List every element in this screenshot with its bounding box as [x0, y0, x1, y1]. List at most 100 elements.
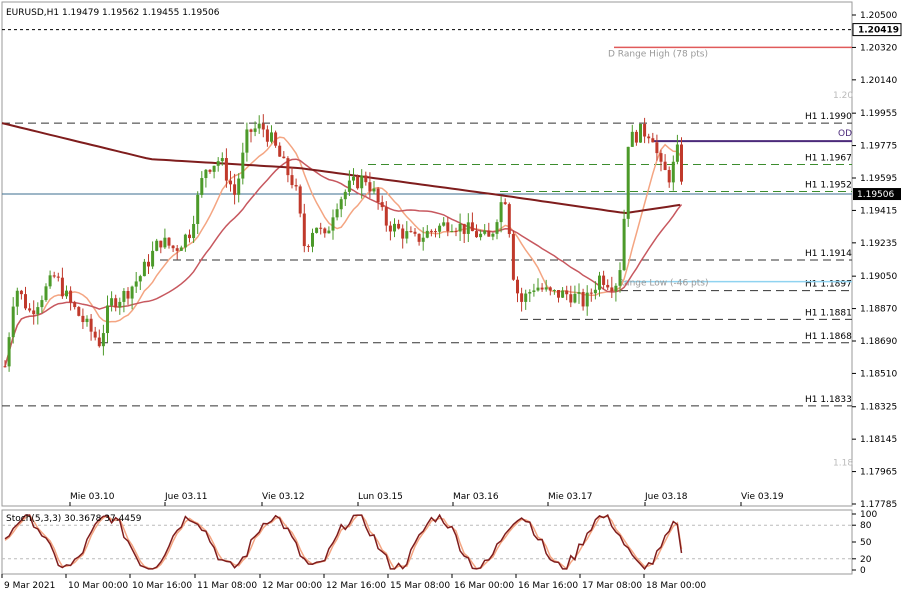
- candle-body: [577, 292, 581, 294]
- candle-body: [339, 199, 343, 210]
- top-date-label: Jue 03.18: [644, 492, 688, 502]
- candle-body: [589, 292, 593, 294]
- candle-body: [245, 129, 249, 153]
- top-date-label: Mar 03.16: [453, 492, 499, 502]
- candle-body: [69, 290, 73, 303]
- candle-body: [630, 131, 634, 147]
- stoch-tick-label: 100: [860, 510, 877, 520]
- candle-body: [48, 275, 52, 287]
- h1-level-label: H1 1.1833: [805, 395, 852, 405]
- candle-body: [425, 230, 429, 238]
- candle-body: [163, 237, 167, 248]
- candle-body: [11, 306, 15, 338]
- candle-body: [552, 290, 556, 292]
- candle-body: [270, 132, 273, 142]
- bottom-date-label: 18 Mar 00:00: [646, 581, 706, 591]
- price-tick-label: 1.19595: [860, 174, 897, 184]
- price-tick-label: 1.18870: [860, 305, 897, 315]
- candle-body: [524, 293, 528, 302]
- candle-body: [479, 233, 483, 238]
- candle-body: [360, 175, 364, 189]
- candle-body: [626, 146, 630, 219]
- candle-body: [593, 289, 597, 294]
- candle-body: [81, 315, 85, 323]
- candle-body: [380, 202, 384, 208]
- candle-body: [138, 276, 142, 282]
- chart-canvas[interactable]: H1 1.1990 H1 1.1967 H1 1.1952 H1 1.1914 H1 1…: [0, 0, 904, 599]
- candle-body: [294, 185, 298, 187]
- candle-body: [557, 290, 560, 298]
- candle-body: [142, 261, 146, 277]
- candle-body: [311, 232, 314, 247]
- candle-body: [261, 123, 265, 130]
- candle-body: [663, 161, 667, 171]
- candle-body: [44, 286, 48, 301]
- candle-body: [507, 204, 511, 235]
- top-date-label: Lun 03.15: [358, 492, 403, 502]
- bottom-date-label: 17 Mar 08:00: [582, 581, 642, 591]
- price-tick-label: 1.18690: [860, 337, 897, 347]
- price-tick-label: 1.20140: [860, 76, 897, 86]
- candle-body: [151, 250, 155, 267]
- bottom-date-label: 11 Mar 08:00: [197, 581, 257, 591]
- candle-body: [200, 178, 204, 195]
- stoch-label: Stoch(5,3,3) 30.3678 37.4459: [6, 514, 142, 524]
- candle-body: [364, 175, 368, 183]
- top-date-label: Mie 03.17: [548, 492, 592, 502]
- candle-body: [442, 222, 446, 226]
- candle-body: [487, 230, 491, 237]
- range-low-label: Range Low (-46 pts): [618, 279, 708, 289]
- chart-window: H1 1.1990 H1 1.1967 H1 1.1952 H1 1.1914 H1 1…: [0, 0, 904, 599]
- stoch-tick-label: 0: [860, 566, 866, 576]
- candle-body: [475, 231, 478, 238]
- candle-body: [446, 222, 450, 232]
- price-tick-label: 1.17785: [860, 500, 897, 510]
- bottom-date-label: 10 Mar 00:00: [68, 581, 128, 591]
- candle-body: [581, 292, 585, 307]
- candle-body: [429, 230, 433, 232]
- bottom-date-label: 12 Mar 00:00: [262, 581, 322, 591]
- candle-body: [265, 129, 269, 142]
- candle-body: [397, 223, 401, 229]
- candle-body: [413, 231, 417, 234]
- candle-body: [56, 276, 60, 278]
- candle-body: [659, 153, 663, 162]
- candle-body: [409, 231, 413, 233]
- candle-body: [585, 292, 589, 307]
- fib-low-label: 1.18: [833, 458, 853, 468]
- candle-body: [520, 293, 524, 302]
- candle-body: [290, 175, 294, 186]
- candle-body: [19, 290, 23, 295]
- price-tick-label: 1.19955: [860, 109, 897, 119]
- price-tick-label: 1.18145: [860, 435, 897, 445]
- candle-body: [286, 158, 290, 176]
- price-tick-label: 1.19415: [860, 206, 897, 216]
- candle-body: [335, 209, 339, 218]
- candle-body: [52, 275, 56, 277]
- h1-level-label: H1 1.1967: [805, 153, 852, 163]
- candle-body: [77, 307, 81, 316]
- candle-body: [257, 123, 261, 129]
- candle-body: [36, 307, 40, 315]
- candle-body: [393, 223, 396, 232]
- candle-body: [7, 337, 11, 367]
- candle-body: [618, 270, 622, 286]
- candle-body: [229, 180, 232, 185]
- candle-body: [306, 246, 310, 248]
- candle-body: [302, 213, 306, 247]
- bottom-date-label: 9 Mar 2021: [4, 581, 55, 591]
- candle-body: [183, 234, 187, 248]
- candle-body: [548, 287, 552, 291]
- top-date-label: Vie 03.12: [262, 492, 305, 502]
- bottom-date-label: 15 Mar 08:00: [390, 581, 450, 591]
- fib-high-label: 1.20: [833, 91, 853, 101]
- candle-body: [204, 169, 208, 179]
- top-date-label: Mie 03.10: [70, 492, 115, 502]
- price-tick-label: 1.19050: [860, 272, 897, 282]
- candle-body: [647, 136, 651, 139]
- stoch-tick-label: 20: [860, 555, 872, 565]
- h1-level-label: H1 1.1868: [805, 332, 852, 342]
- candle-body: [89, 318, 93, 332]
- candle-body: [274, 132, 278, 146]
- candle-body: [388, 225, 392, 232]
